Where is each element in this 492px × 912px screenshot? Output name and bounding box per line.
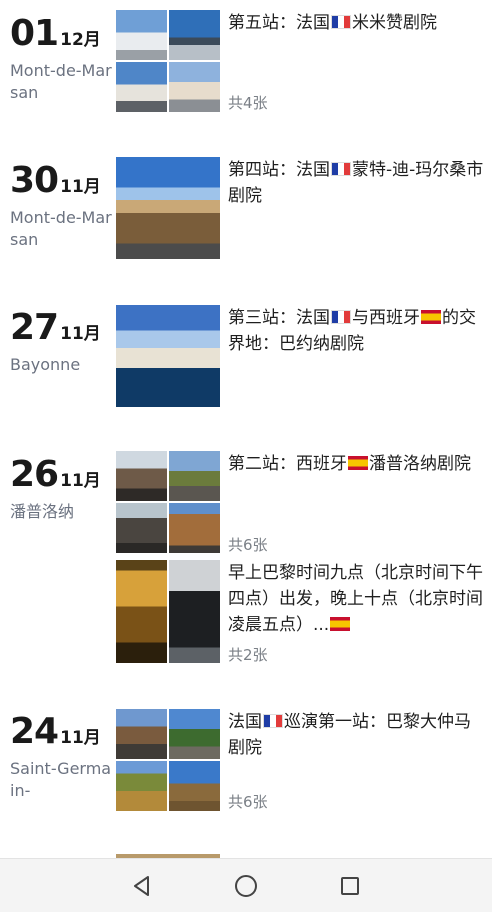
entry-date: 01 12月 Mont-de-Marsan bbox=[10, 14, 114, 104]
photo-thumb[interactable] bbox=[116, 560, 167, 663]
month-label: 12月 bbox=[60, 30, 101, 50]
photo-count: 共4张 bbox=[228, 94, 268, 112]
photo-thumb[interactable] bbox=[116, 503, 167, 553]
photo-thumb[interactable] bbox=[116, 709, 167, 759]
recents-button[interactable] bbox=[330, 866, 370, 906]
system-nav-bar bbox=[0, 858, 492, 912]
entry-date: 30 11月 Mont-de-Marsan bbox=[10, 161, 114, 251]
home-circle-icon bbox=[235, 874, 257, 897]
photo-grid[interactable] bbox=[116, 560, 220, 663]
photo-thumb[interactable] bbox=[116, 10, 167, 60]
month-label: 11月 bbox=[60, 324, 101, 344]
entry-title[interactable]: 第五站：法国 米米赞剧院 bbox=[228, 10, 484, 36]
day-number: 30 bbox=[10, 160, 59, 201]
entry-title[interactable]: 法国 巡演第一站：巴黎大仲马剧院 bbox=[228, 709, 484, 761]
day-number: 24 bbox=[10, 711, 59, 752]
photo-thumb[interactable] bbox=[169, 62, 220, 112]
photo-count: 共6张 bbox=[228, 536, 268, 554]
france-flag-icon bbox=[331, 310, 351, 324]
entry-title[interactable]: 第三站：法国 与西班牙 的交界地：巴约纳剧院 bbox=[228, 305, 484, 357]
photo-thumb[interactable] bbox=[169, 10, 220, 60]
location-label: Saint-Germain- bbox=[10, 759, 112, 800]
photo-grid[interactable] bbox=[116, 709, 220, 811]
photo-thumb[interactable] bbox=[169, 761, 220, 811]
album-feed[interactable]: 01 12月 Mont-de-Marsan 第五站：法国 米米赞剧院 共4张 30… bbox=[0, 0, 492, 858]
entry-title[interactable]: 第四站：法国 蒙特-迪-玛尔桑市剧院 bbox=[228, 157, 484, 209]
day-number: 26 bbox=[10, 454, 59, 495]
entry-date: 27 11月 Bayonne bbox=[10, 308, 114, 376]
france-flag-icon bbox=[331, 162, 351, 176]
entry-title[interactable]: 第二站：西班牙 潘普洛纳剧院 bbox=[228, 451, 484, 477]
location-label: 潘普洛纳 bbox=[10, 502, 75, 521]
photo-thumb[interactable] bbox=[169, 709, 220, 759]
photo-grid[interactable] bbox=[116, 305, 220, 407]
photo-thumb[interactable] bbox=[116, 62, 167, 112]
day-number: 01 bbox=[10, 13, 59, 54]
photo-grid[interactable] bbox=[116, 10, 220, 112]
month-label: 11月 bbox=[60, 177, 101, 197]
location-label: Mont-de-Marsan bbox=[10, 208, 112, 249]
location-label: Mont-de-Marsan bbox=[10, 61, 112, 102]
spain-flag-icon bbox=[421, 310, 441, 324]
location-label: Bayonne bbox=[10, 355, 81, 374]
entry-date: 24 11月 Saint-Germain- bbox=[10, 712, 114, 802]
photo-thumb[interactable] bbox=[116, 157, 220, 259]
photo-count: 共6张 bbox=[228, 793, 268, 811]
photo-grid[interactable] bbox=[116, 157, 220, 259]
photo-thumb[interactable] bbox=[169, 503, 220, 553]
spain-flag-icon bbox=[330, 617, 351, 631]
photo-count: 共2张 bbox=[228, 646, 268, 664]
entry-date: 26 11月 潘普洛纳 bbox=[10, 455, 114, 523]
photo-thumb[interactable] bbox=[116, 761, 167, 811]
month-label: 11月 bbox=[60, 471, 101, 491]
photo-thumb[interactable] bbox=[116, 451, 167, 501]
month-label: 11月 bbox=[60, 728, 101, 748]
france-flag-icon bbox=[263, 714, 283, 728]
photo-thumb[interactable] bbox=[169, 560, 220, 663]
recents-square-icon bbox=[341, 876, 359, 895]
home-button[interactable] bbox=[226, 866, 266, 906]
photo-thumb[interactable] bbox=[169, 451, 220, 501]
france-flag-icon bbox=[331, 15, 351, 29]
day-number: 27 bbox=[10, 307, 59, 348]
back-button[interactable] bbox=[122, 866, 162, 906]
photo-grid[interactable] bbox=[116, 451, 220, 553]
spain-flag-icon bbox=[348, 456, 368, 470]
entry-title[interactable]: 早上巴黎时间九点（北京时间下午四点）出发，晚上十点（北京时间凌晨五点）... bbox=[228, 560, 484, 638]
back-triangle-icon bbox=[134, 875, 149, 896]
photo-thumb[interactable] bbox=[116, 305, 220, 407]
